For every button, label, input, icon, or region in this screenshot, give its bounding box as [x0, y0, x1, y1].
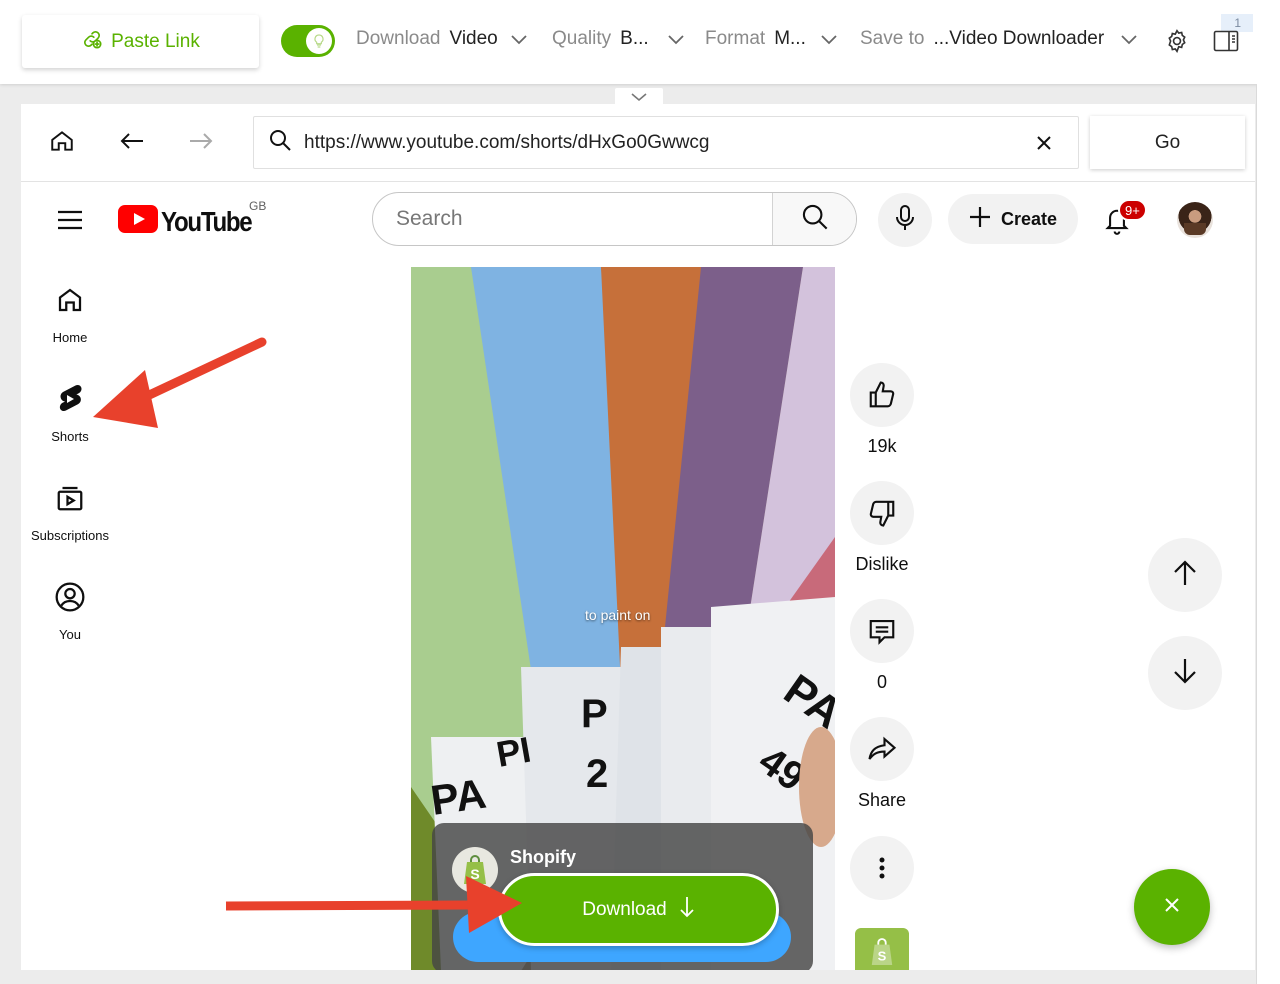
svg-text:P: P	[581, 692, 608, 736]
thumbs-down-icon[interactable]	[850, 481, 914, 545]
sidebar-item-you[interactable]: You	[21, 579, 119, 642]
save-location-label: Save to	[860, 28, 925, 49]
share-action[interactable]: Share	[850, 717, 914, 811]
home-icon	[49, 128, 75, 159]
thumbs-up-icon[interactable]	[850, 363, 914, 427]
youtube-search-box	[372, 192, 857, 246]
youtube-play-icon	[118, 205, 158, 238]
avatar[interactable]	[1177, 202, 1213, 238]
arrow-down-icon	[679, 896, 695, 924]
shopify-logo-icon: S	[452, 847, 498, 893]
subscriptions-icon	[52, 480, 88, 516]
comment-count: 0	[876, 672, 887, 692]
account-icon	[52, 579, 88, 615]
like-action[interactable]: 19k	[850, 363, 914, 457]
chevron-down-icon	[510, 33, 528, 45]
save-location-value: ...Video Downloader	[933, 28, 1105, 49]
youtube-search-input[interactable]	[373, 193, 772, 245]
search-icon	[801, 203, 829, 236]
youtube-search-button[interactable]	[772, 193, 856, 245]
link-add-icon	[81, 28, 103, 56]
close-floating-button[interactable]	[1134, 869, 1210, 945]
save-location-select[interactable]: Save to ...Video Downloader	[860, 28, 1138, 50]
shorts-icon	[52, 381, 88, 417]
sidebar-item-label: Home	[52, 330, 88, 345]
download-type-value: Video	[449, 28, 498, 49]
download-button-label: Download	[582, 898, 667, 920]
youtube-wordmark: YouTube	[161, 205, 253, 237]
download-type-label: Download	[356, 28, 441, 49]
create-label: Create	[1000, 208, 1058, 229]
voice-search-button[interactable]	[878, 193, 932, 247]
close-icon	[1164, 897, 1180, 918]
paste-link-button[interactable]: Paste Link	[22, 15, 259, 68]
svg-text:PI: PI	[493, 729, 534, 775]
back-button[interactable]	[112, 126, 152, 160]
forward-button[interactable]	[181, 126, 221, 160]
svg-text:PA: PA	[428, 770, 489, 824]
create-button[interactable]: Create	[948, 194, 1078, 244]
arrow-up-icon	[1172, 559, 1198, 592]
chevron-down-icon	[667, 33, 685, 45]
svg-text:S: S	[878, 948, 887, 963]
clear-url-icon[interactable]	[1024, 123, 1064, 163]
sidebar-item-subscriptions[interactable]: Subscriptions	[21, 480, 119, 543]
dislike-action[interactable]: Dislike	[850, 481, 914, 575]
lightbulb-icon	[306, 28, 332, 54]
home-icon	[52, 282, 88, 318]
sidebar-item-label: Shorts	[51, 429, 89, 444]
dislike-label: Dislike	[855, 554, 909, 574]
comment-icon[interactable]	[850, 599, 914, 663]
url-text[interactable]: https://www.youtube.com/shorts/dHxGo0Gww…	[304, 132, 1024, 154]
share-icon[interactable]	[850, 717, 914, 781]
video-caption: to paint on	[585, 607, 651, 623]
sidebar-item-label: Subscriptions	[30, 528, 110, 543]
downloads-panel-icon[interactable]	[1212, 28, 1240, 54]
svg-text:S: S	[470, 866, 479, 882]
quality-label: Quality	[552, 28, 612, 49]
svg-text:2: 2	[586, 752, 608, 796]
next-short-button[interactable]	[1148, 636, 1222, 710]
microphone-icon	[894, 204, 916, 237]
embedded-browser: https://www.youtube.com/shorts/dHxGo0Gww…	[21, 104, 1255, 970]
advertiser-name: Shopify	[510, 847, 576, 867]
home-button[interactable]	[42, 126, 82, 160]
smart-mode-toggle[interactable]	[281, 25, 335, 57]
hamburger-menu-icon[interactable]	[55, 205, 85, 235]
format-select[interactable]: Format M...	[705, 28, 838, 50]
settings-gear-icon[interactable]	[1162, 26, 1192, 56]
sidebar-item-home[interactable]: Home	[21, 282, 119, 345]
plus-icon	[969, 206, 991, 233]
quality-select[interactable]: Quality B...	[552, 28, 685, 50]
chevron-down-icon	[820, 33, 838, 45]
youtube-logo[interactable]: YouTube	[118, 205, 266, 238]
go-button[interactable]: Go	[1090, 116, 1245, 169]
region-code: GB	[249, 199, 267, 213]
format-label: Format	[705, 28, 766, 49]
share-label: Share	[857, 790, 907, 810]
previous-short-button[interactable]	[1148, 538, 1222, 612]
search-icon	[268, 128, 292, 157]
download-type-select[interactable]: Download Video	[356, 28, 528, 50]
arrow-left-icon	[119, 131, 145, 156]
downloader-toolbar: Paste Link Download Video Quality B... F…	[0, 0, 1280, 84]
address-bar[interactable]: https://www.youtube.com/shorts/dHxGo0Gww…	[253, 116, 1079, 169]
shopify-channel-icon[interactable]: S	[855, 928, 909, 970]
window-edge	[1256, 84, 1280, 984]
more-vertical-icon[interactable]	[850, 836, 914, 900]
arrow-down-icon	[1172, 657, 1198, 690]
notifications-count-badge: 9+	[1118, 199, 1147, 221]
arrow-right-icon	[188, 131, 214, 156]
more-actions[interactable]	[850, 836, 914, 900]
format-value: M...	[774, 28, 806, 49]
comments-action[interactable]: 0	[850, 599, 914, 693]
chevron-down-icon	[1120, 33, 1138, 45]
sidebar-item-shorts[interactable]: Shorts	[21, 381, 119, 444]
quality-value: B...	[620, 28, 649, 49]
like-count: 19k	[867, 436, 897, 456]
sidebar-item-label: You	[59, 627, 81, 642]
download-video-button[interactable]: Download	[498, 873, 779, 946]
browser-nav-bar: https://www.youtube.com/shorts/dHxGo0Gww…	[21, 104, 1255, 182]
paste-link-label: Paste Link	[111, 30, 200, 52]
